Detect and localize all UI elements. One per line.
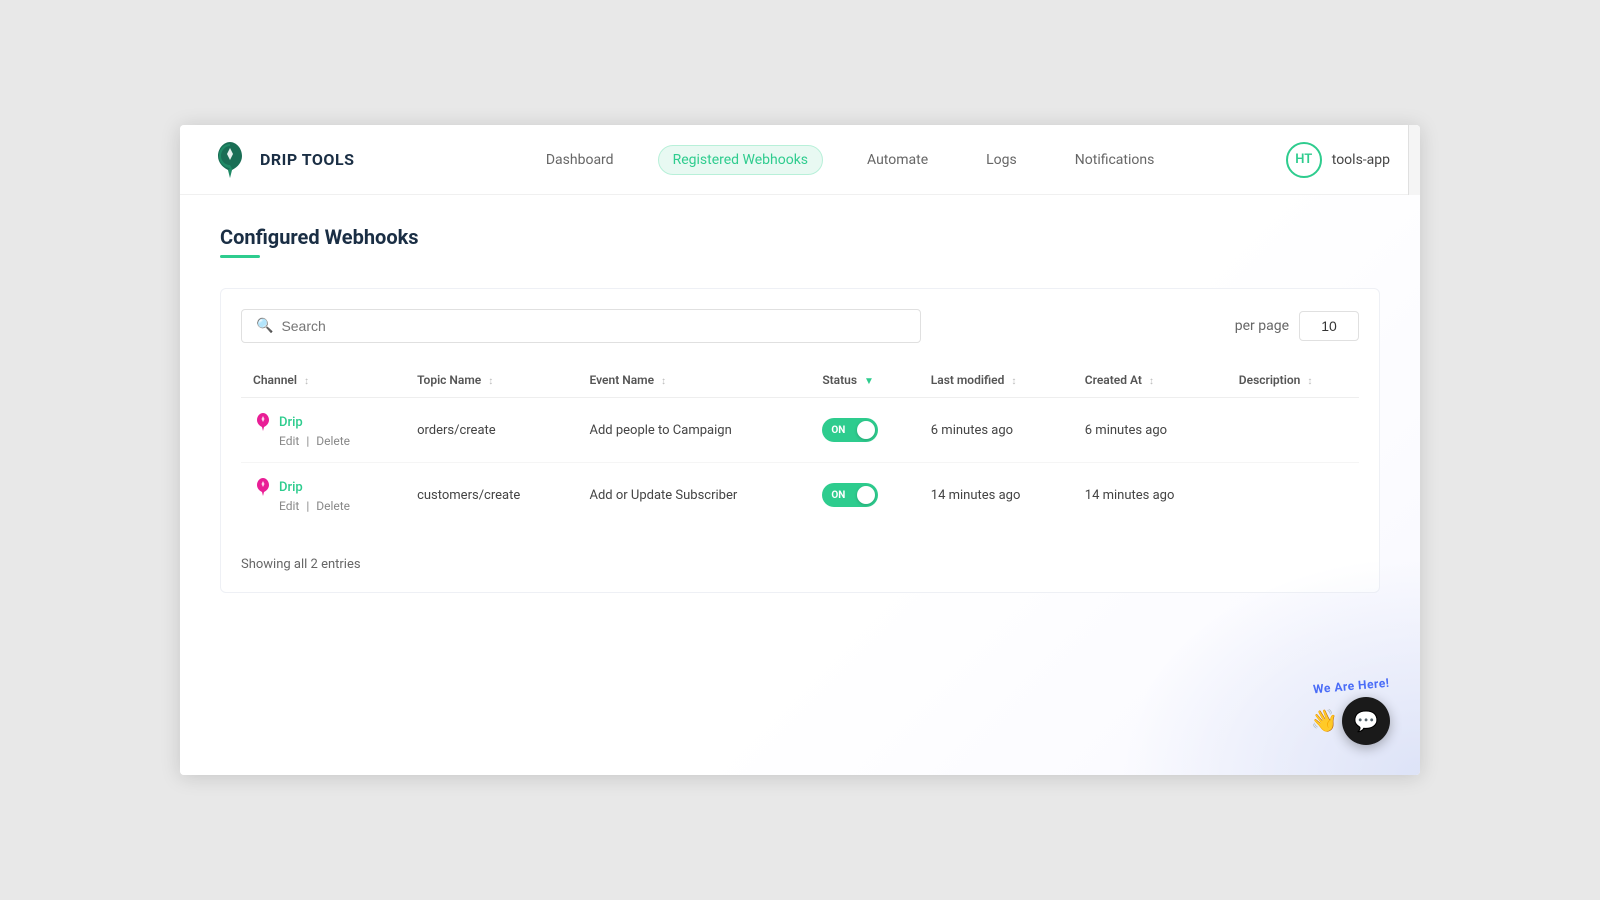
table-controls: 🔍 per page	[241, 309, 1359, 343]
search-input[interactable]	[281, 318, 906, 334]
table-header-row: Channel ↕ Topic Name ↕ Event Name ↕ St	[241, 363, 1359, 398]
table-row: Drip Edit | Delete orders/createAdd peop…	[241, 398, 1359, 463]
sort-icon-channel: ↕	[304, 376, 309, 387]
col-created-at-label: Created At	[1085, 373, 1142, 387]
col-description-label: Description	[1239, 373, 1301, 387]
col-channel[interactable]: Channel ↕	[241, 363, 405, 398]
status-label-0: ON	[831, 425, 845, 436]
cell-created-at-0: 6 minutes ago	[1073, 398, 1227, 463]
chat-message-icon: 💬	[1354, 709, 1379, 733]
col-description[interactable]: Description ↕	[1227, 363, 1359, 398]
page-title: Configured Webhooks	[220, 225, 1380, 249]
avatar[interactable]: HT	[1286, 142, 1322, 178]
chat-emoji: 👋	[1311, 709, 1338, 734]
nav-logs[interactable]: Logs	[972, 146, 1031, 174]
cell-description-0	[1227, 398, 1359, 463]
drip-channel-icon	[253, 477, 273, 497]
cell-status-1: ON	[810, 463, 918, 528]
table-container: 🔍 per page Channel ↕	[220, 288, 1380, 593]
search-box: 🔍	[241, 309, 921, 343]
col-topic-name[interactable]: Topic Name ↕	[405, 363, 577, 398]
main-content: Configured Webhooks 🔍 per page	[180, 195, 1420, 775]
toggle-knob-0	[857, 421, 875, 439]
cell-status-0: ON	[810, 398, 918, 463]
logo-text: DRIP TOOLS	[260, 150, 354, 169]
toggle-knob-1	[857, 486, 875, 504]
sort-icon-description: ↕	[1307, 376, 1312, 387]
per-page-input[interactable]	[1299, 311, 1359, 341]
chat-widget: We Are Here! 👋 💬	[1311, 679, 1390, 745]
cell-topic-1: customers/create	[405, 463, 577, 528]
nav-notifications[interactable]: Notifications	[1061, 146, 1169, 174]
chat-label: We Are Here!	[1313, 676, 1390, 697]
col-last-modified-label: Last modified	[931, 373, 1005, 387]
cell-description-1	[1227, 463, 1359, 528]
drip-channel-icon	[253, 412, 273, 432]
cell-last-modified-0: 6 minutes ago	[919, 398, 1073, 463]
search-icon: 🔍	[256, 318, 273, 334]
drip-tools-logo	[210, 140, 250, 180]
col-channel-label: Channel	[253, 373, 297, 387]
cell-channel-1: Drip Edit | Delete	[241, 463, 405, 528]
header: DRIP TOOLS Dashboard Registered Webhooks…	[180, 125, 1420, 195]
nav-automate[interactable]: Automate	[853, 146, 942, 174]
chat-open-button[interactable]: 💬	[1342, 697, 1390, 745]
nav-dashboard[interactable]: Dashboard	[532, 146, 628, 174]
status-toggle-0[interactable]: ON	[822, 418, 878, 442]
edit-link-1[interactable]: Edit	[279, 499, 299, 513]
browser-window: DRIP TOOLS Dashboard Registered Webhooks…	[180, 125, 1420, 775]
status-toggle-1[interactable]: ON	[822, 483, 878, 507]
sort-icon-created-at: ↕	[1149, 376, 1154, 387]
user-area: HT tools-app	[1286, 142, 1390, 178]
sort-icon-last-modified: ↕	[1011, 376, 1016, 387]
col-event-name[interactable]: Event Name ↕	[577, 363, 810, 398]
col-last-modified[interactable]: Last modified ↕	[919, 363, 1073, 398]
status-label-1: ON	[831, 490, 845, 501]
table-row: Drip Edit | Delete customers/createAdd o…	[241, 463, 1359, 528]
page-title-underline	[220, 255, 260, 258]
per-page-area: per page	[1235, 311, 1359, 341]
cell-created-at-1: 14 minutes ago	[1073, 463, 1227, 528]
cell-event-1: Add or Update Subscriber	[577, 463, 810, 528]
col-status-label: Status	[822, 373, 857, 387]
edit-link-0[interactable]: Edit	[279, 434, 299, 448]
channel-name-0: Drip	[279, 415, 303, 430]
delete-link-0[interactable]: Delete	[316, 434, 350, 448]
col-topic-label: Topic Name	[417, 373, 481, 387]
sort-icon-topic: ↕	[488, 376, 493, 387]
sort-icon-status: ▼	[864, 376, 874, 387]
cell-channel-0: Drip Edit | Delete	[241, 398, 405, 463]
data-table: Channel ↕ Topic Name ↕ Event Name ↕ St	[241, 363, 1359, 527]
showing-entries-text: Showing all 2 entries	[241, 547, 1359, 572]
per-page-label: per page	[1235, 318, 1289, 334]
nav-registered-webhooks[interactable]: Registered Webhooks	[658, 145, 823, 175]
chat-button-area: 👋 💬	[1311, 697, 1390, 745]
sort-icon-event: ↕	[661, 376, 666, 387]
main-nav: Dashboard Registered Webhooks Automate L…	[414, 145, 1285, 175]
cell-last-modified-1: 14 minutes ago	[919, 463, 1073, 528]
logo-area[interactable]: DRIP TOOLS	[210, 140, 354, 180]
col-event-label: Event Name	[589, 373, 654, 387]
channel-name-1: Drip	[279, 480, 303, 495]
delete-link-1[interactable]: Delete	[316, 499, 350, 513]
col-status[interactable]: Status ▼	[810, 363, 918, 398]
user-app-name: tools-app	[1332, 152, 1390, 168]
cell-topic-0: orders/create	[405, 398, 577, 463]
col-created-at[interactable]: Created At ↕	[1073, 363, 1227, 398]
cell-event-0: Add people to Campaign	[577, 398, 810, 463]
